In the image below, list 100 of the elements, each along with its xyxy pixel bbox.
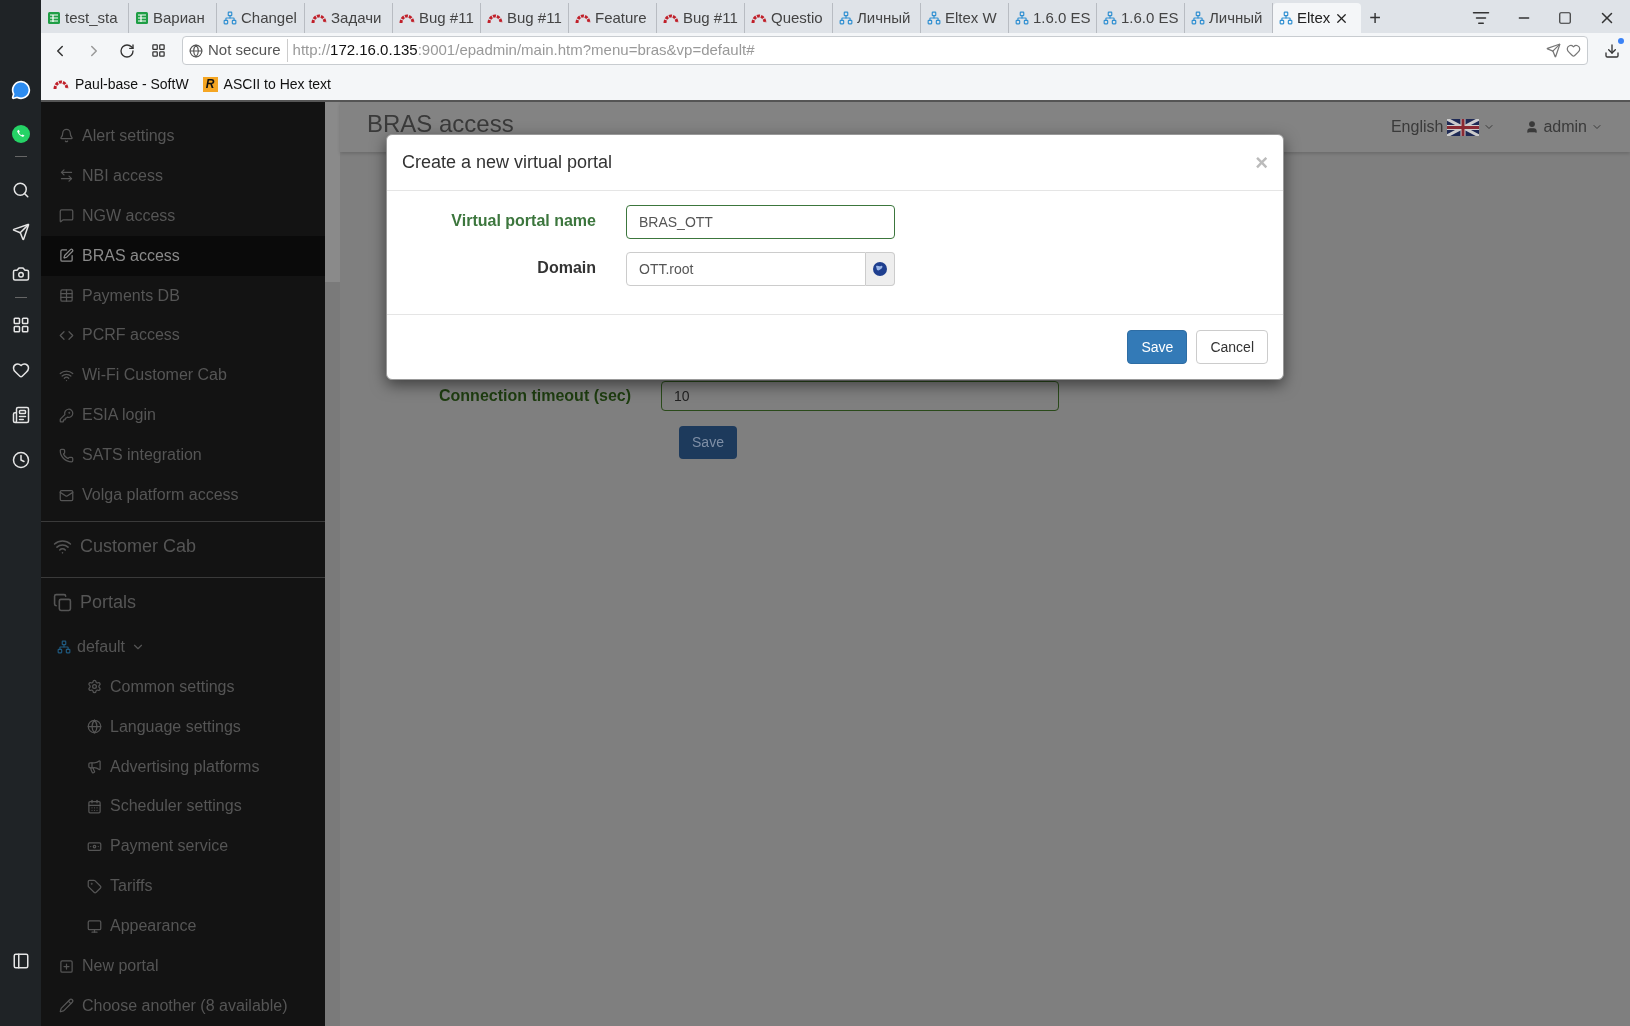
security-label: Not secure <box>208 39 288 62</box>
sidebar-subitem[interactable]: Appearance <box>41 906 325 947</box>
pencil-icon <box>59 998 74 1014</box>
tab-title: Личный <box>1209 7 1263 28</box>
network-icon <box>223 11 237 25</box>
table-icon <box>59 288 74 304</box>
grid-icon[interactable] <box>11 316 30 334</box>
new-tab-button[interactable]: + <box>1361 3 1389 33</box>
calendar-icon <box>87 798 102 814</box>
sidebar-item[interactable]: Alert settings <box>41 116 325 156</box>
speech-bubble-icon <box>59 208 74 224</box>
text-field[interactable]: 10 <box>661 381 1059 411</box>
tab-title: Bug #11 <box>419 7 474 28</box>
arch-icon <box>487 12 503 24</box>
code-icon <box>59 328 74 343</box>
sidebar-item[interactable]: NBI access <box>41 155 325 196</box>
tab-title: Bug #11 <box>507 7 562 28</box>
sidebar-label: Appearance <box>110 916 197 937</box>
sidebar-label: Choose another (8 available) <box>82 995 288 1016</box>
save-button[interactable]: Save <box>1127 330 1188 364</box>
network-icon <box>1279 11 1293 25</box>
sidebar-label: NGW access <box>82 205 176 226</box>
sidebar-item[interactable]: Volga platform access <box>41 475 325 516</box>
sidebar-label: Alert settings <box>82 125 175 146</box>
edit-icon <box>59 248 74 264</box>
cancel-button[interactable]: Cancel <box>1196 330 1268 364</box>
sidebar-action[interactable]: Choose another (8 available) <box>41 986 325 1026</box>
bookmark[interactable]: Paul-base - SoftW <box>53 73 189 95</box>
globe-icon <box>189 43 203 58</box>
heart-icon[interactable] <box>11 361 30 379</box>
sidebar-subitem[interactable]: Language settings <box>41 706 325 747</box>
sidebar-item[interactable]: PCRF access <box>41 315 325 356</box>
wifi-icon <box>59 367 74 383</box>
user-menu[interactable]: admin <box>1525 115 1603 139</box>
tab-title: Changel <box>241 7 297 28</box>
network-icon <box>927 11 941 25</box>
panel-toggle-icon[interactable] <box>11 952 30 970</box>
bell-icon <box>59 128 74 144</box>
tab-title: Вариан <box>153 7 205 28</box>
sidebar-label: Volga platform access <box>82 485 239 506</box>
network-icon <box>1191 11 1205 25</box>
tab-list-icon[interactable] <box>1472 9 1490 27</box>
language-menu[interactable]: English <box>1390 115 1496 139</box>
sidebar-subitem[interactable]: Tariffs <box>41 866 325 907</box>
spreadsheet-icon <box>47 11 61 25</box>
arch-icon <box>399 12 415 24</box>
envelope-icon <box>59 487 74 503</box>
bookmark-badge: R <box>202 76 218 92</box>
tab-title: Feature <box>595 7 647 28</box>
search-icon[interactable] <box>11 181 30 199</box>
flag-icon <box>1447 118 1480 136</box>
scrollbar[interactable] <box>325 102 340 1026</box>
download-icon[interactable] <box>1604 42 1620 59</box>
sidebar-item[interactable]: NGW access <box>41 195 325 236</box>
clock-icon[interactable] <box>11 451 30 469</box>
sidebar-label: PCRF access <box>82 325 180 346</box>
documents-icon <box>53 592 72 612</box>
sidebar-subitem[interactable]: Payment service <box>41 826 325 867</box>
arrows-icon <box>59 168 74 184</box>
messenger-icon[interactable] <box>10 80 31 100</box>
field-label: Connection timeout (sec) <box>439 386 631 406</box>
bookmark-label: ASCII to Hex text <box>223 74 331 94</box>
sidebar-item[interactable]: Wi-Fi Customer Cab <box>41 355 325 396</box>
domain-field[interactable]: OTT.root <box>626 252 866 286</box>
arch-icon <box>751 12 767 24</box>
grid-icon[interactable] <box>151 43 166 58</box>
tab-title: Questio <box>771 7 823 28</box>
sidebar-subitem[interactable]: Common settings <box>41 666 325 707</box>
maximize-icon[interactable] <box>1558 11 1572 25</box>
arch-icon <box>663 12 679 24</box>
sidebar-subitem[interactable]: Scheduler settings <box>41 786 325 827</box>
reload-icon[interactable] <box>119 42 135 59</box>
tab-title: Eltex W <box>945 7 997 28</box>
spreadsheet-icon <box>135 11 149 25</box>
sidebar-item[interactable]: SATS integration <box>41 435 325 476</box>
globe-button[interactable] <box>866 252 895 286</box>
sidebar-label: New portal <box>82 956 159 977</box>
sidebar-item[interactable]: Payments DB <box>41 275 325 316</box>
arch-icon <box>53 78 69 90</box>
camera-icon[interactable] <box>11 265 30 283</box>
notes-icon[interactable] <box>11 406 30 424</box>
field-label: Domain <box>536 258 596 278</box>
bookmark[interactable]: R ASCII to Hex text <box>202 73 331 95</box>
sidebar-item[interactable]: BRAS access <box>41 235 325 276</box>
sidebar-label: Advertising platforms <box>110 756 260 777</box>
chat-icon[interactable] <box>10 124 31 144</box>
sidebar-label: BRAS access <box>82 245 180 266</box>
gear-icon <box>87 679 102 695</box>
user-icon <box>1525 120 1540 134</box>
sidebar-item[interactable]: ESIA login <box>41 395 325 436</box>
sidebar-subitem[interactable]: Advertising platforms <box>41 746 325 787</box>
sidebar-action[interactable]: New portal <box>41 946 325 986</box>
browser-tab[interactable]: Eltex <box>1273 3 1361 33</box>
phone-icon <box>59 447 74 463</box>
key-icon <box>59 407 74 423</box>
name-field[interactable]: BRAS_OTT <box>626 205 895 239</box>
sidebar-label: ESIA login <box>82 405 156 426</box>
portal-toggle[interactable]: default <box>41 626 325 667</box>
save-button[interactable]: Save <box>679 426 737 459</box>
sidebar-label: Scheduler settings <box>110 796 242 817</box>
